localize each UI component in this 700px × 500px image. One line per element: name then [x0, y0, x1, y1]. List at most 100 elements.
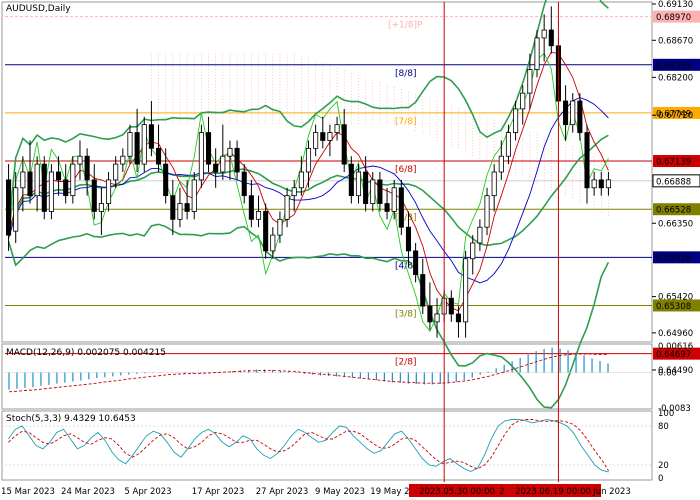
candle-body — [155, 147, 162, 165]
candle-body — [163, 163, 169, 197]
date-axis-label: 24 Mar 2023 — [61, 487, 115, 497]
candle-body — [134, 132, 140, 165]
candle-body — [84, 155, 90, 181]
candle-body — [434, 313, 440, 323]
candle-body — [27, 171, 33, 197]
candle-body — [470, 242, 476, 260]
murrey-price-tag-text: 0.65918 — [656, 254, 691, 264]
candle-body — [77, 155, 83, 165]
candle-body — [377, 179, 383, 204]
candle-body — [113, 163, 119, 181]
candle-body — [241, 171, 247, 197]
candle-body — [605, 179, 611, 189]
candle-body — [348, 163, 354, 197]
candle-body — [577, 100, 583, 133]
candle-body — [520, 92, 526, 110]
candle-body — [298, 171, 304, 189]
murrey-price-tag-text: 0.65308 — [656, 302, 691, 312]
candle-body — [213, 163, 219, 173]
price-tick-label: 0.66350 — [658, 219, 693, 229]
price-tick-label: 0.64960 — [658, 329, 693, 339]
candle-body — [505, 132, 511, 157]
murrey-price-tag-text: 0.66528 — [656, 206, 691, 216]
date-cursor-tag-text: 2023.05.30 00:00 — [419, 487, 495, 497]
candle-body — [491, 171, 497, 197]
candle-body — [255, 211, 262, 220]
candle-body — [513, 108, 519, 133]
candle-body — [384, 203, 390, 212]
candle-body — [455, 313, 462, 323]
price-tick-label: 0.67720 — [658, 111, 693, 121]
murrey-level-label: [7/8] — [395, 117, 417, 127]
date-axis-label: 15 Mar 2023 — [1, 487, 55, 497]
candle-body — [484, 195, 490, 228]
candle-body — [584, 132, 590, 189]
murrey-level-label: [2/8] — [395, 358, 417, 368]
candle-body — [20, 171, 26, 189]
candle-body — [41, 163, 47, 212]
candle-body — [277, 218, 283, 236]
candle-body — [205, 132, 212, 165]
candle-body — [70, 163, 76, 197]
date-axis-label: 17 Apr 2023 — [192, 487, 245, 497]
candle-body — [148, 124, 154, 149]
price-tick-label: 0.68200 — [658, 73, 693, 83]
macd-tick-label: 0.00 — [658, 369, 677, 379]
price-tick-label: 0.65420 — [658, 293, 693, 303]
candle-body — [56, 171, 62, 181]
candle-body — [106, 179, 112, 204]
candle-body — [48, 171, 54, 212]
candle-body — [477, 226, 483, 244]
candle-body — [355, 171, 362, 197]
candle-body — [448, 297, 454, 315]
candle-body — [341, 124, 347, 165]
macd-label: MACD(12,26,9) 0.002075 0.004215 — [6, 348, 166, 358]
candle-body — [127, 132, 133, 157]
forex-chart-canvas[interactable]: [+1/8]P[8/8][7/8][6/8][5/8][4/8][3/8][2/… — [0, 0, 700, 500]
murrey-level-label: [3/8] — [395, 309, 417, 319]
candle-body — [120, 155, 126, 165]
candle-body — [284, 195, 290, 220]
macd-tick-label: 0.00616 — [658, 342, 693, 352]
candle-body — [270, 234, 276, 252]
candle-body — [534, 37, 540, 70]
candle-body — [13, 187, 19, 232]
price-tick-label: 0.68670 — [658, 36, 693, 46]
candle-body — [405, 226, 412, 252]
candle-body — [191, 179, 197, 212]
candle-body — [170, 195, 176, 220]
candle-body — [263, 211, 269, 252]
candle-body — [177, 203, 183, 220]
candle-body — [141, 124, 147, 165]
candle-body — [420, 274, 426, 307]
candle-body — [98, 203, 104, 212]
candle-body — [227, 147, 233, 157]
murrey-price-tag-text: 0.68359 — [656, 61, 691, 71]
candle-body — [563, 100, 569, 126]
murrey-level-label: [+1/8]P — [388, 21, 423, 31]
stoch-tick-label: 100 — [658, 409, 674, 419]
murrey-price-tag-text: 0.68970 — [656, 13, 691, 23]
candle-body — [413, 250, 419, 275]
date-axis-label: 9 May 2023 — [315, 487, 365, 497]
stoch-tick-label: 80 — [658, 422, 669, 432]
candle-body — [34, 163, 40, 197]
candle-body — [548, 29, 554, 47]
candle-body — [334, 124, 340, 133]
candle-body — [6, 179, 12, 236]
candle-body — [391, 187, 397, 212]
candle-body — [427, 305, 433, 323]
date-axis-label: 5 Apr 2023 — [124, 487, 171, 497]
candle-body — [248, 195, 254, 220]
symbol-label: AUDUSD,Daily — [6, 4, 71, 14]
candle-body — [598, 179, 604, 189]
candle-body — [541, 29, 547, 39]
candle-body — [198, 132, 204, 181]
candle-body — [570, 100, 576, 126]
candle-body — [363, 171, 369, 204]
candle-body — [498, 155, 504, 173]
candle-body — [527, 69, 533, 94]
murrey-level-label: [8/8] — [395, 69, 417, 79]
candle-body — [63, 179, 69, 197]
candle-body — [370, 179, 376, 204]
